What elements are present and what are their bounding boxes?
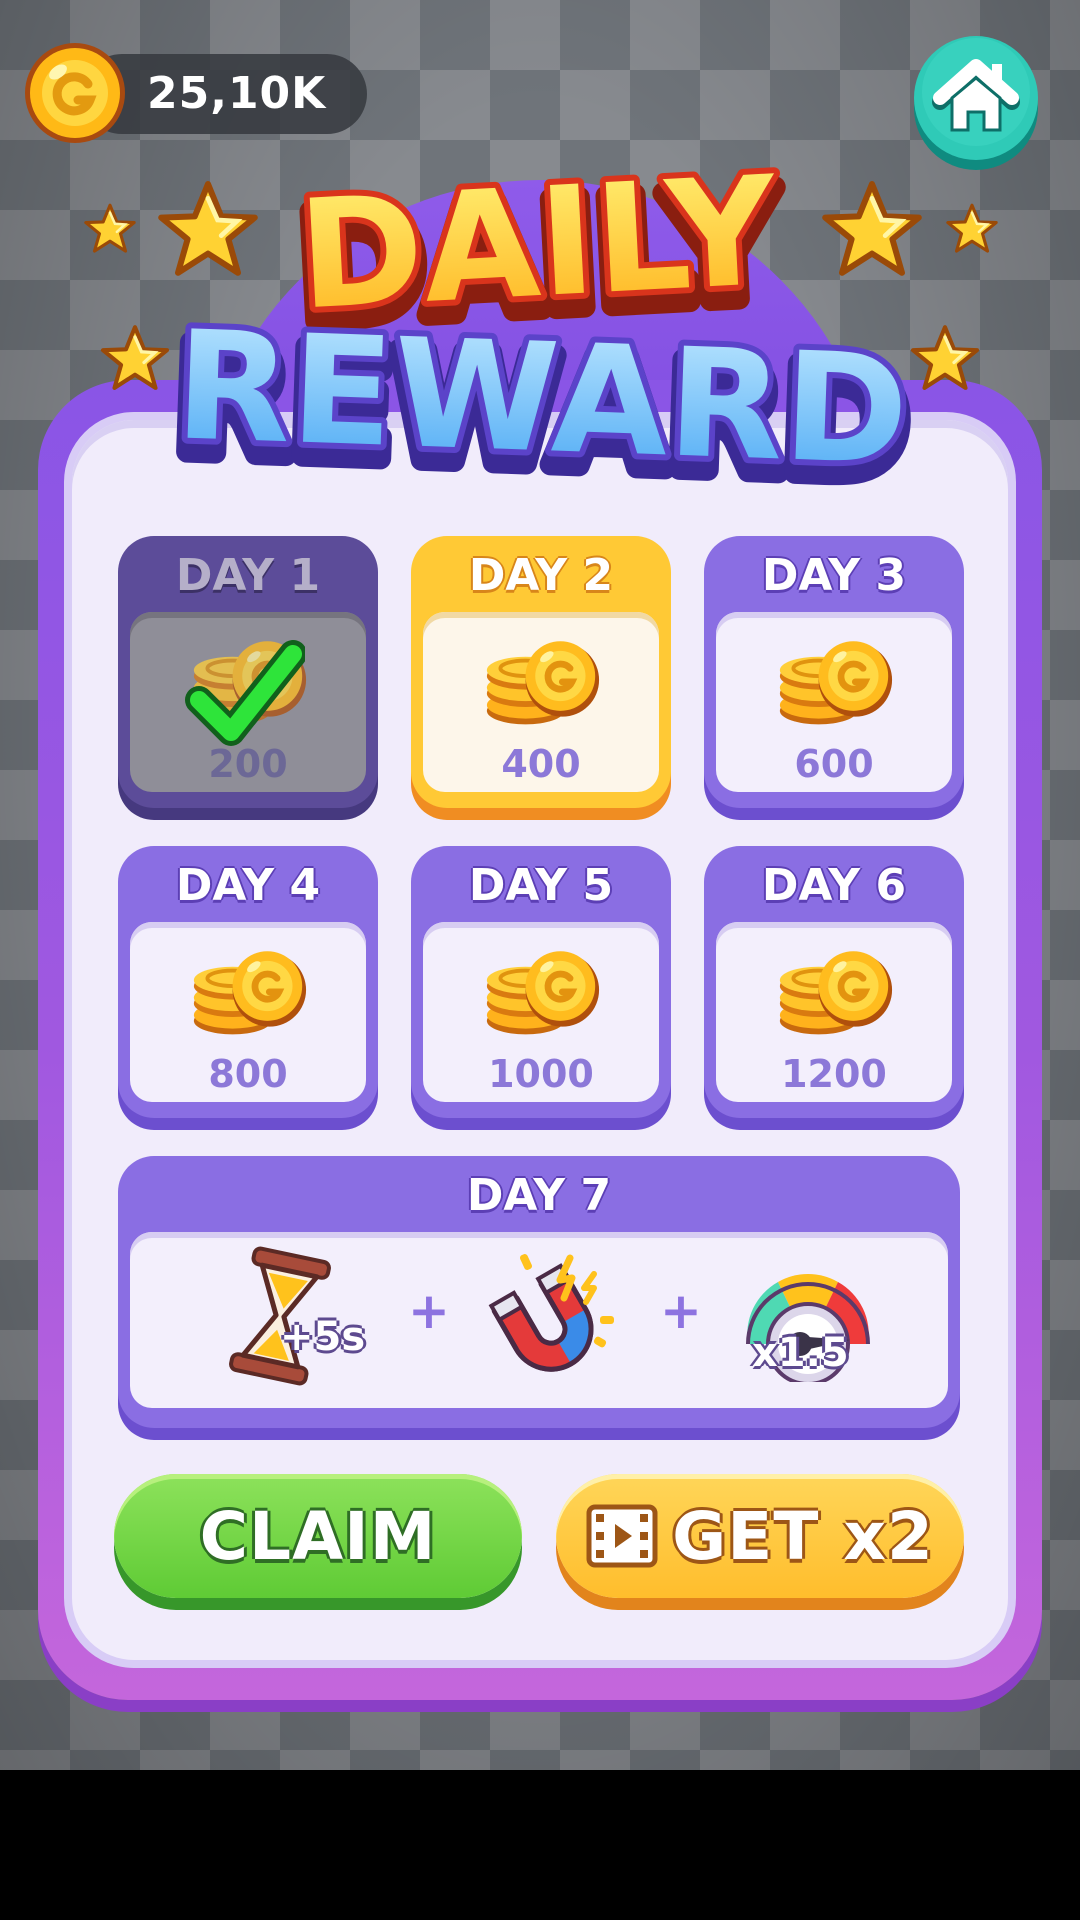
bottom-bar: [0, 1770, 1080, 1920]
currency-amount: 25,10K: [147, 68, 327, 119]
day-label: DAY 7: [466, 1170, 612, 1221]
title-reward: REWARD: [173, 299, 911, 498]
day-amount: 1000: [488, 1052, 594, 1096]
star-icon: [825, 184, 919, 273]
day-label: DAY 5: [468, 860, 614, 911]
day-card-4[interactable]: DAY 4 800: [118, 846, 378, 1118]
star-icon: [103, 327, 167, 388]
coin-stack-icon: [483, 932, 601, 1042]
day-card-content: 1200: [716, 922, 952, 1102]
day-amount: 600: [794, 742, 874, 786]
day-card-content: +5s + + x1.5: [130, 1232, 948, 1408]
day-card-content: 400: [423, 612, 659, 792]
video-ad-icon: [586, 1504, 658, 1568]
day-label: DAY 4: [175, 860, 321, 911]
day-amount: 800: [208, 1052, 288, 1096]
day-label: DAY 2: [468, 550, 614, 601]
claim-button[interactable]: CLAIM: [114, 1474, 522, 1598]
day-card-5[interactable]: DAY 5 1000: [411, 846, 671, 1118]
gold-coin-icon: [25, 43, 125, 143]
coin-stack-icon: [776, 932, 894, 1042]
plus-separator: +: [408, 1282, 450, 1340]
day-label: DAY 1: [175, 550, 321, 601]
star-icon: [946, 203, 998, 253]
day-label: DAY 6: [761, 860, 907, 911]
checkmark-icon: [185, 640, 305, 746]
plus-separator: +: [660, 1282, 702, 1340]
day-card-content: 200: [130, 612, 366, 792]
get-x2-button[interactable]: GET x2: [556, 1474, 964, 1598]
day-label: DAY 3: [761, 550, 907, 601]
get-x2-button-label: GET x2: [672, 1497, 934, 1575]
star-icon: [913, 327, 977, 388]
star-icon: [84, 203, 136, 253]
daily-reward-title: DAILY DAILY REWARD REWARD: [84, 150, 998, 510]
day-card-2[interactable]: DAY 2 400: [411, 536, 671, 808]
magnet-icon: [488, 1254, 614, 1372]
star-icon: [161, 184, 255, 273]
day-card-6[interactable]: DAY 6 1200: [704, 846, 964, 1118]
currency-display: 25,10K: [22, 40, 367, 148]
day-card-content: 800: [130, 922, 366, 1102]
day-card-3[interactable]: DAY 3 600: [704, 536, 964, 808]
coin-stack-icon: [190, 932, 308, 1042]
claim-button-label: CLAIM: [199, 1497, 437, 1575]
day-card-content: 1000: [423, 922, 659, 1102]
coin-stack-icon: [776, 622, 894, 732]
day-card-1[interactable]: DAY 1 200: [118, 536, 378, 808]
day-amount: 1200: [781, 1052, 887, 1096]
day-amount: 400: [501, 742, 581, 786]
coin-stack-icon: [483, 622, 601, 732]
day-card-content: 600: [716, 612, 952, 792]
time-bonus-text: +5s: [280, 1314, 366, 1360]
day-card-7[interactable]: DAY 7 +5s + + x1.5: [118, 1156, 960, 1428]
speed-bonus-text: x1.5: [752, 1330, 849, 1376]
